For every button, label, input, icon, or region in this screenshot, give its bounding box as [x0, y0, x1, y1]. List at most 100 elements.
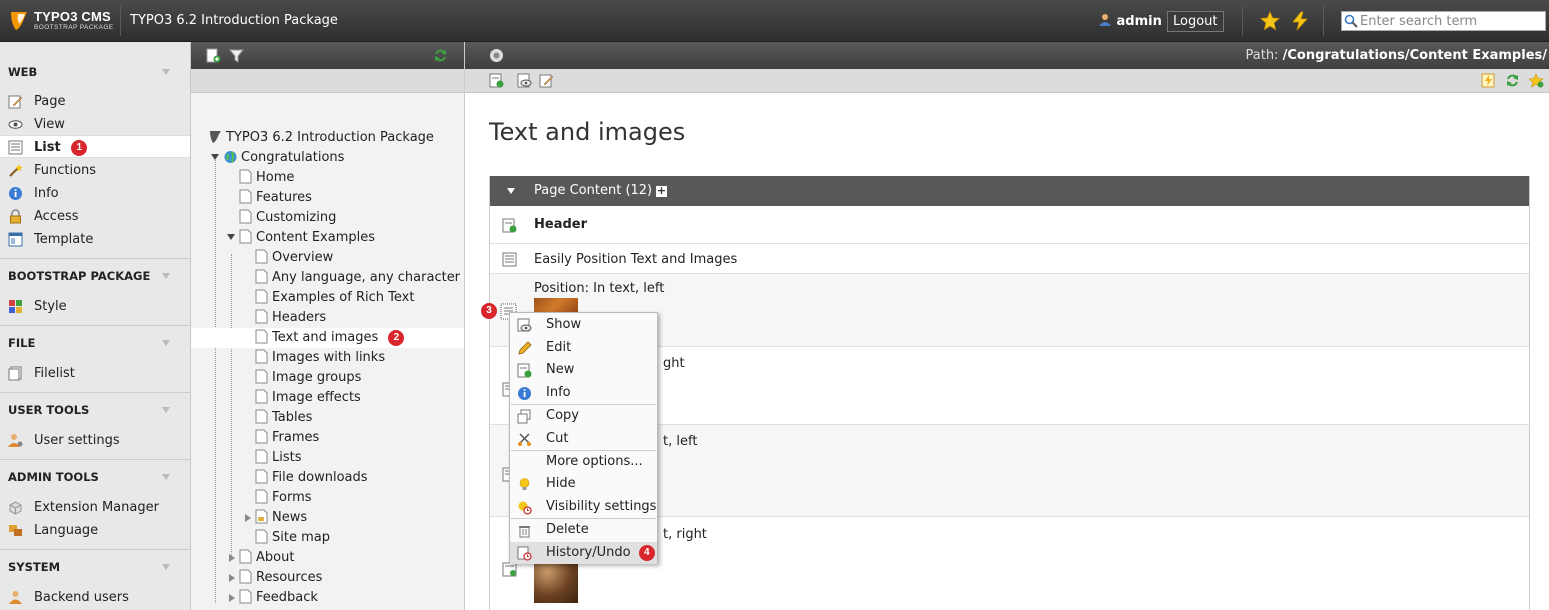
clear-cache-icon[interactable] — [1481, 73, 1496, 88]
tree-page[interactable]: Home — [239, 168, 294, 188]
module-filelist[interactable]: Filelist — [0, 362, 190, 385]
tree-subbar — [191, 69, 464, 93]
expand-plus-icon[interactable]: + — [656, 185, 667, 197]
module-page[interactable]: Page — [0, 90, 190, 113]
menu-item-info[interactable]: Info — [510, 382, 657, 404]
tree-site[interactable]: Congratulations — [224, 148, 344, 168]
tree-page[interactable]: Headers — [255, 308, 326, 328]
content-element-icon[interactable] — [502, 252, 517, 267]
new-page-icon[interactable] — [206, 48, 221, 63]
add-bookmark-icon[interactable] — [1529, 73, 1544, 88]
bookmark-star-icon[interactable] — [1260, 11, 1280, 31]
module-view[interactable]: View — [0, 113, 190, 136]
menu-item-more-options[interactable]: More options... — [510, 451, 657, 473]
new-content-icon[interactable] — [502, 218, 517, 233]
module-functions[interactable]: Functions — [0, 159, 190, 182]
expand-toggle[interactable] — [245, 514, 251, 522]
site-title[interactable]: TYPO3 6.2 Introduction Package — [130, 13, 338, 28]
content-element-icon[interactable] — [502, 562, 517, 577]
tree-page-selected[interactable]: Text and images 2 — [191, 328, 464, 348]
expand-toggle[interactable] — [229, 554, 235, 562]
group-web[interactable]: WEB — [0, 57, 190, 87]
tree-page[interactable]: Site map — [255, 528, 330, 548]
group-user-tools[interactable]: USER TOOLS — [0, 395, 190, 425]
search-box[interactable] — [1341, 11, 1546, 31]
expand-toggle[interactable] — [229, 574, 235, 582]
new-record-icon[interactable] — [489, 73, 504, 88]
group-bootstrap-package[interactable]: BOOTSTRAP PACKAGE — [0, 261, 190, 291]
filter-icon[interactable] — [229, 48, 244, 63]
module-backend-users[interactable]: Backend users — [0, 586, 190, 609]
menu-item-delete[interactable]: Delete — [510, 519, 657, 541]
collapse-icon[interactable] — [507, 188, 515, 194]
page-icon — [239, 209, 252, 224]
flash-cache-icon[interactable] — [1290, 11, 1310, 31]
tree-page[interactable]: File downloads — [255, 468, 368, 488]
view-page-icon[interactable] — [517, 73, 532, 88]
tree-page[interactable]: Resources — [239, 568, 322, 588]
logout-button[interactable]: Logout — [1167, 11, 1224, 32]
menu-item-cut[interactable]: Cut — [510, 428, 657, 450]
tree-root[interactable]: TYPO3 6.2 Introduction Package — [209, 128, 434, 148]
tree-page[interactable]: Any language, any character — [255, 268, 460, 288]
tree-page[interactable]: Image effects — [255, 388, 361, 408]
table-row[interactable]: Header — [490, 206, 1529, 244]
module-extension-manager[interactable]: Extension Manager — [0, 496, 190, 519]
expand-toggle[interactable] — [227, 234, 235, 240]
group-file[interactable]: FILE — [0, 328, 190, 358]
tree-page[interactable]: Feedback — [239, 588, 318, 608]
lightbulb-icon — [519, 478, 530, 490]
group-system[interactable]: SYSTEM — [0, 552, 190, 582]
menu-item-copy[interactable]: Copy — [510, 405, 657, 427]
expand-toggle[interactable] — [211, 154, 219, 160]
tree-page[interactable]: Overview — [255, 248, 333, 268]
tree-page[interactable]: Tables — [255, 408, 312, 428]
user-indicator[interactable]: admin — [1098, 13, 1162, 29]
edit-page-icon[interactable] — [539, 73, 554, 88]
table-header[interactable]: Page Content (12) + — [490, 176, 1529, 206]
divider — [120, 6, 121, 36]
refresh-icon[interactable] — [433, 48, 448, 63]
tree-page[interactable]: Customizing — [239, 208, 336, 228]
tree-page[interactable]: Examples of Rich Text — [255, 288, 414, 308]
page-edit-icon — [8, 95, 23, 109]
table-row[interactable]: Easily Position Text and Images — [490, 244, 1529, 274]
globe-icon — [224, 151, 237, 163]
tree-page[interactable]: Features — [239, 188, 312, 208]
menu-item-edit[interactable]: Edit — [510, 337, 657, 359]
menu-item-hide[interactable]: Hide — [510, 473, 657, 495]
menu-item-history-undo[interactable]: History/Undo 4 — [510, 542, 657, 564]
typo3-logo[interactable]: TYPO3 CMS BOOTSTRAP PACKAGE — [8, 8, 118, 34]
expand-toggle[interactable] — [229, 594, 235, 602]
menu-item-label: Copy — [546, 408, 579, 423]
path-value[interactable]: /Congratulations/Content Examples/ — [1283, 48, 1547, 63]
module-list[interactable]: List 1 — [0, 135, 190, 158]
tree-page[interactable]: About — [239, 548, 294, 568]
page-icon — [255, 469, 268, 484]
module-access[interactable]: Access — [0, 205, 190, 228]
menu-item-label: More options... — [546, 454, 643, 469]
tree-page[interactable]: Frames — [255, 428, 319, 448]
menu-item-visibility-settings[interactable]: Visibility settings — [510, 496, 657, 518]
history-icon — [517, 546, 532, 561]
step-badge: 4 — [638, 545, 655, 561]
tree-page[interactable]: Lists — [255, 448, 302, 468]
tree-page[interactable]: Images with links — [255, 348, 385, 368]
module-user-settings[interactable]: User settings — [0, 429, 190, 452]
tree-page[interactable]: Image groups — [255, 368, 361, 388]
tree-page[interactable]: Content Examples — [239, 228, 375, 248]
menu-item-show[interactable]: Show — [510, 314, 657, 336]
tree-node-label: Image effects — [272, 390, 361, 405]
menu-item-new[interactable]: New — [510, 359, 657, 381]
module-info[interactable]: Info — [0, 182, 190, 205]
module-language[interactable]: Language — [0, 519, 190, 542]
group-admin-tools[interactable]: ADMIN TOOLS — [0, 462, 190, 492]
group-label: SYSTEM — [8, 560, 61, 574]
module-style[interactable]: Style — [0, 295, 190, 318]
module-template[interactable]: Template — [0, 228, 190, 251]
help-icon[interactable] — [489, 48, 504, 63]
tree-page[interactable]: News — [255, 508, 307, 528]
tree-page[interactable]: Forms — [255, 488, 312, 508]
reload-icon[interactable] — [1505, 73, 1520, 88]
search-input[interactable] — [1360, 13, 1542, 29]
